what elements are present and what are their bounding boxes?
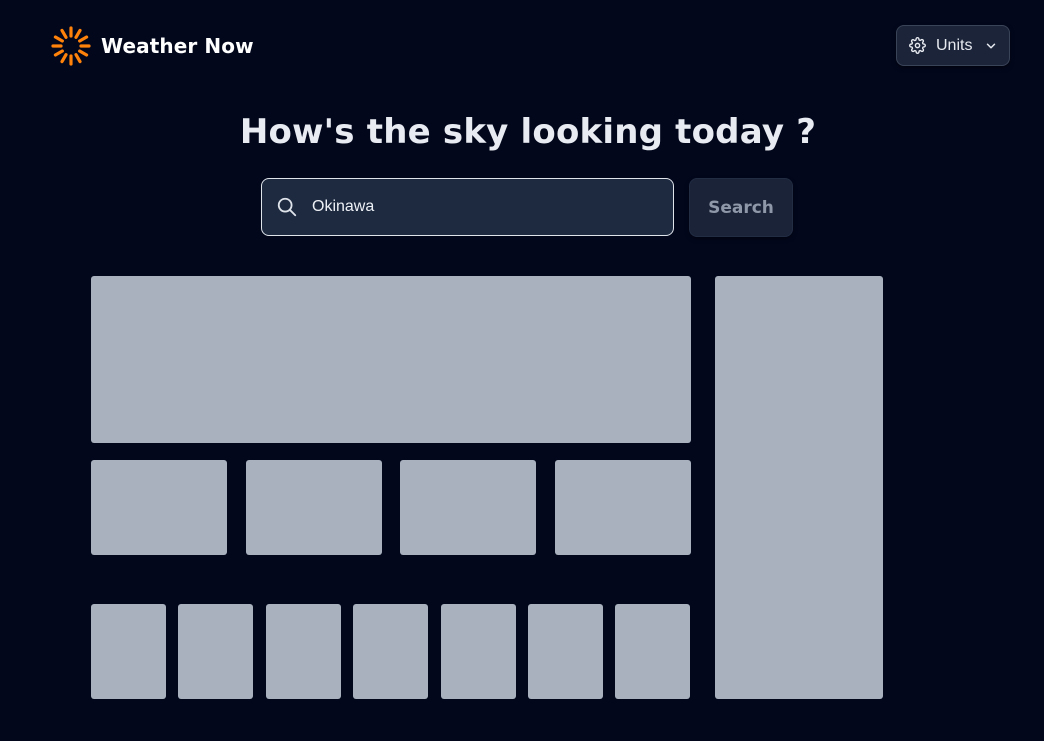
chevron-down-icon [987, 42, 996, 49]
brand-title: Weather Now [101, 34, 254, 58]
gear-icon [909, 37, 926, 54]
page-title: How's the sky looking today ? [239, 112, 817, 152]
sun-icon [51, 26, 91, 66]
brand-logo[interactable]: Weather Now [51, 26, 254, 66]
daily-forecast-placeholder [266, 604, 341, 699]
units-dropdown-button[interactable]: Units [896, 25, 1010, 66]
daily-forecast-placeholder [441, 604, 516, 699]
search-field[interactable] [261, 178, 674, 236]
hourly-forecast-placeholder [715, 276, 883, 699]
current-weather-placeholder [91, 276, 691, 443]
daily-forecast-placeholder [353, 604, 428, 699]
weather-app: Weather Now Units How's the sky looking … [0, 0, 1044, 741]
stat-card-placeholder [91, 460, 227, 555]
daily-forecast-placeholder [91, 604, 166, 699]
units-label: Units [936, 36, 973, 54]
search-button[interactable]: Search [689, 178, 793, 237]
stat-card-placeholder [555, 460, 691, 555]
stat-card-placeholder [400, 460, 536, 555]
stat-card-placeholder [246, 460, 382, 555]
daily-forecast-placeholder [615, 604, 690, 699]
daily-forecast-placeholder [528, 604, 603, 699]
daily-forecast-placeholder [178, 604, 253, 699]
search-input[interactable] [310, 197, 654, 217]
search-icon [277, 197, 297, 217]
